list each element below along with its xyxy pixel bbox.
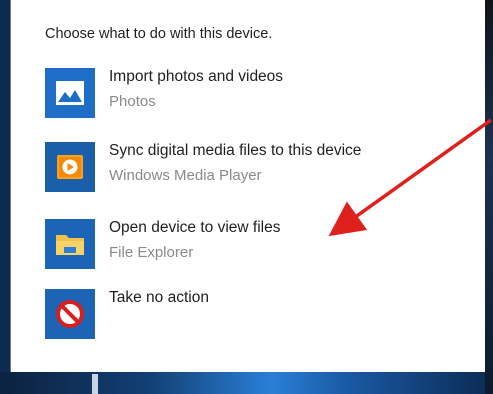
option-title: Sync digital media files to this device	[109, 142, 362, 159]
desktop-taskbar-strip	[0, 372, 493, 394]
windows-media-player-icon	[45, 142, 95, 192]
option-subtitle: Photos	[109, 93, 156, 110]
option-title: Import photos and videos	[109, 68, 284, 85]
desktop-light-streak	[92, 374, 98, 394]
folder-icon	[45, 219, 95, 269]
option-take-no-action[interactable]: Take no action	[45, 289, 445, 345]
desktop-right-edge	[485, 0, 493, 394]
photos-icon	[45, 68, 95, 118]
option-sync-media[interactable]: Sync digital media files to this device …	[45, 142, 445, 198]
option-subtitle: File Explorer	[109, 244, 194, 261]
autoplay-prompt: Choose what to do with this device.	[45, 26, 273, 42]
option-open-device[interactable]: Open device to view files File Explorer	[45, 219, 445, 275]
option-import-photos[interactable]: Import photos and videos Photos	[45, 68, 445, 124]
no-action-icon	[45, 289, 95, 339]
option-title: Open device to view files	[109, 219, 281, 236]
autoplay-panel: Choose what to do with this device. Impo…	[10, 0, 485, 372]
option-title: Take no action	[109, 289, 209, 306]
option-subtitle: Windows Media Player	[109, 167, 262, 184]
